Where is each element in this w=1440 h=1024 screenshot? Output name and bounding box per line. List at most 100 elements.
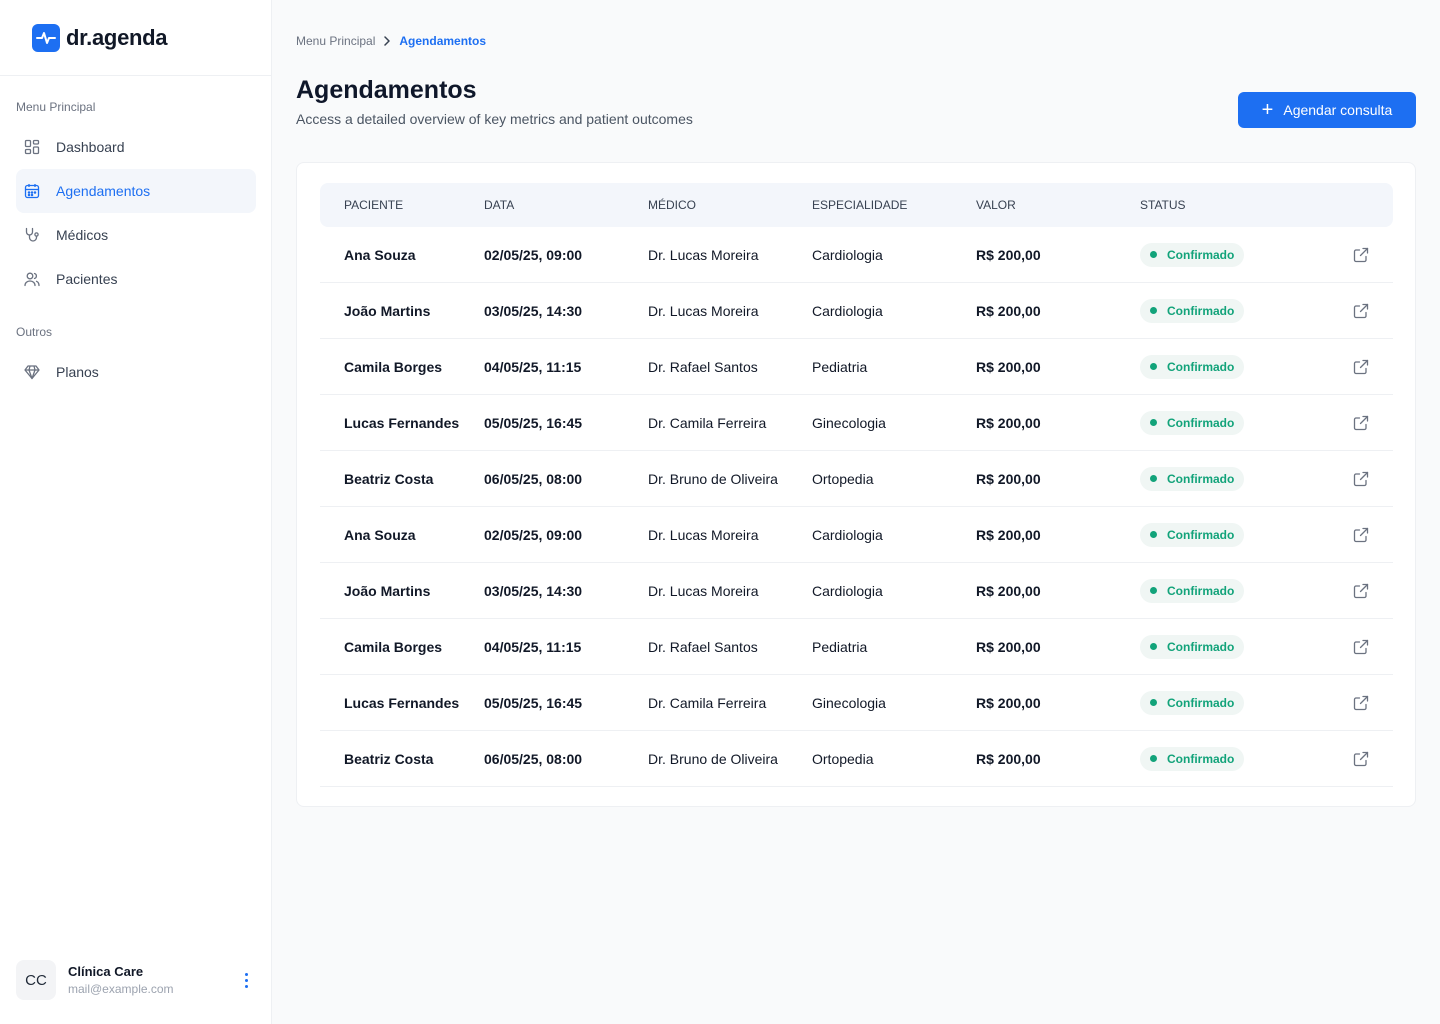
stethoscope-icon	[24, 227, 40, 243]
cell-valor: R$ 200,00	[976, 582, 1041, 599]
more-options-icon[interactable]	[236, 968, 256, 992]
cell-medico: Dr. Rafael Santos	[648, 358, 758, 375]
status-badge: Confirmado	[1140, 746, 1245, 771]
cell-especialidade: Cardiologia	[812, 246, 883, 263]
cell-medico: Dr. Camila Ferreira	[648, 414, 767, 431]
sidebar-item-dashboard[interactable]: Dashboard	[16, 125, 256, 169]
status-label: Confirmado	[1167, 639, 1235, 654]
status-label: Confirmado	[1167, 583, 1235, 598]
external-link-icon[interactable]	[1353, 527, 1369, 543]
cell-especialidade: Pediatria	[812, 358, 868, 375]
column-header-medico[interactable]: MÉDICO	[648, 198, 812, 212]
sidebar-item-label: Planos	[56, 364, 99, 380]
external-link-icon[interactable]	[1353, 471, 1369, 487]
external-link-icon[interactable]	[1353, 639, 1369, 655]
cell-data: 04/05/25, 11:15	[484, 638, 582, 655]
section-label-other: Outros	[16, 325, 53, 339]
breadcrumb-current: Agendamentos	[399, 34, 487, 48]
cell-data: 06/05/25, 08:00	[484, 470, 583, 487]
status-dot-icon	[1150, 251, 1157, 258]
table-row[interactable]: Lucas Fernandes 05/05/25, 16:45 Dr. Cami…	[320, 395, 1393, 451]
status-dot-icon	[1150, 643, 1157, 650]
status-label: Confirmado	[1167, 527, 1235, 542]
brand-name: dr.agenda	[66, 24, 168, 50]
cell-valor: R$ 200,00	[976, 414, 1041, 431]
cell-data: 04/05/25, 11:15	[484, 358, 582, 375]
cell-data: 02/05/25, 09:00	[484, 526, 583, 543]
column-header-especialidade[interactable]: ESPECIALIDADE	[812, 198, 976, 212]
external-link-icon[interactable]	[1353, 583, 1369, 599]
cell-especialidade: Pediatria	[812, 638, 868, 655]
main-content: Menu Principal Agendamentos Agendamentos…	[272, 0, 1440, 1024]
status-badge: Confirmado	[1140, 634, 1245, 659]
logo[interactable]: dr.agenda	[0, 0, 271, 76]
external-link-icon[interactable]	[1353, 751, 1369, 767]
column-header-valor[interactable]: VALOR	[976, 198, 1140, 212]
cell-data: 03/05/25, 14:30	[484, 302, 583, 319]
sidebar-item-label: Agendamentos	[56, 183, 151, 199]
avatar[interactable]: CC	[16, 960, 56, 1000]
table-row[interactable]: Camila Borges 04/05/25, 11:15 Dr. Rafael…	[320, 339, 1393, 395]
cell-medico: Dr. Bruno de Oliveira	[648, 750, 778, 767]
agendar-consulta-button[interactable]: + Agendar consulta	[1238, 92, 1416, 128]
external-link-icon[interactable]	[1353, 303, 1369, 319]
status-dot-icon	[1150, 755, 1157, 762]
nav-main: Dashboard Agendamentos Médicos Pacientes	[16, 125, 256, 301]
sidebar-item-label: Dashboard	[56, 139, 125, 155]
table-row[interactable]: Ana Souza 02/05/25, 09:00 Dr. Lucas More…	[320, 227, 1393, 283]
plus-icon: +	[1261, 99, 1274, 121]
status-label: Confirmado	[1167, 415, 1235, 430]
cell-medico: Dr. Bruno de Oliveira	[648, 470, 778, 487]
table-row[interactable]: Beatriz Costa 06/05/25, 08:00 Dr. Bruno …	[320, 451, 1393, 507]
cell-paciente: Camila Borges	[344, 638, 443, 655]
status-dot-icon	[1150, 419, 1157, 426]
breadcrumb: Menu Principal Agendamentos	[296, 34, 486, 48]
cell-especialidade: Ginecologia	[812, 694, 886, 711]
pulse-icon	[32, 23, 60, 52]
sidebar-item-agendamentos[interactable]: Agendamentos	[16, 169, 256, 213]
status-badge: Confirmado	[1140, 578, 1245, 603]
cell-data: 03/05/25, 14:30	[484, 582, 583, 599]
cell-paciente: Beatriz Costa	[344, 750, 434, 767]
status-dot-icon	[1150, 307, 1157, 314]
status-dot-icon	[1150, 531, 1157, 538]
table-row[interactable]: João Martins 03/05/25, 14:30 Dr. Lucas M…	[320, 283, 1393, 339]
table-row[interactable]: Camila Borges 04/05/25, 11:15 Dr. Rafael…	[320, 619, 1393, 675]
sidebar-item-pacientes[interactable]: Pacientes	[16, 257, 256, 301]
cell-data: 05/05/25, 16:45	[484, 694, 583, 711]
cell-medico: Dr. Rafael Santos	[648, 638, 758, 655]
table-header: PACIENTE DATA MÉDICO ESPECIALIDADE VALOR…	[320, 183, 1393, 227]
sidebar-item-medicos[interactable]: Médicos	[16, 213, 256, 257]
cell-medico: Dr. Lucas Moreira	[648, 246, 759, 263]
cell-data: 05/05/25, 16:45	[484, 414, 583, 431]
table-row[interactable]: Beatriz Costa 06/05/25, 08:00 Dr. Bruno …	[320, 731, 1393, 787]
cell-paciente: João Martins	[344, 582, 431, 599]
breadcrumb-root[interactable]: Menu Principal	[296, 34, 375, 48]
column-header-data[interactable]: DATA	[484, 198, 648, 212]
table-row[interactable]: Lucas Fernandes 05/05/25, 16:45 Dr. Cami…	[320, 675, 1393, 731]
cell-valor: R$ 200,00	[976, 246, 1041, 263]
status-dot-icon	[1150, 475, 1157, 482]
external-link-icon[interactable]	[1353, 415, 1369, 431]
appointments-table: PACIENTE DATA MÉDICO ESPECIALIDADE VALOR…	[296, 162, 1416, 807]
cell-medico: Dr. Lucas Moreira	[648, 526, 759, 543]
table-body: Ana Souza 02/05/25, 09:00 Dr. Lucas More…	[320, 227, 1393, 787]
table-row[interactable]: João Martins 03/05/25, 14:30 Dr. Lucas M…	[320, 563, 1393, 619]
status-dot-icon	[1150, 587, 1157, 594]
column-header-paciente[interactable]: PACIENTE	[320, 198, 484, 212]
cell-valor: R$ 200,00	[976, 638, 1041, 655]
page-title: Agendamentos	[296, 76, 477, 104]
column-header-status[interactable]: STATUS	[1140, 198, 1313, 212]
status-label: Confirmado	[1167, 303, 1235, 318]
status-label: Confirmado	[1167, 247, 1235, 262]
status-badge: Confirmado	[1140, 410, 1245, 435]
calendar-icon	[24, 183, 40, 199]
cell-especialidade: Cardiologia	[812, 582, 883, 599]
section-label-main: Menu Principal	[16, 100, 96, 114]
cell-especialidade: Cardiologia	[812, 526, 883, 543]
external-link-icon[interactable]	[1353, 247, 1369, 263]
table-row[interactable]: Ana Souza 02/05/25, 09:00 Dr. Lucas More…	[320, 507, 1393, 563]
sidebar-item-planos[interactable]: Planos	[16, 350, 256, 394]
external-link-icon[interactable]	[1353, 359, 1369, 375]
external-link-icon[interactable]	[1353, 695, 1369, 711]
